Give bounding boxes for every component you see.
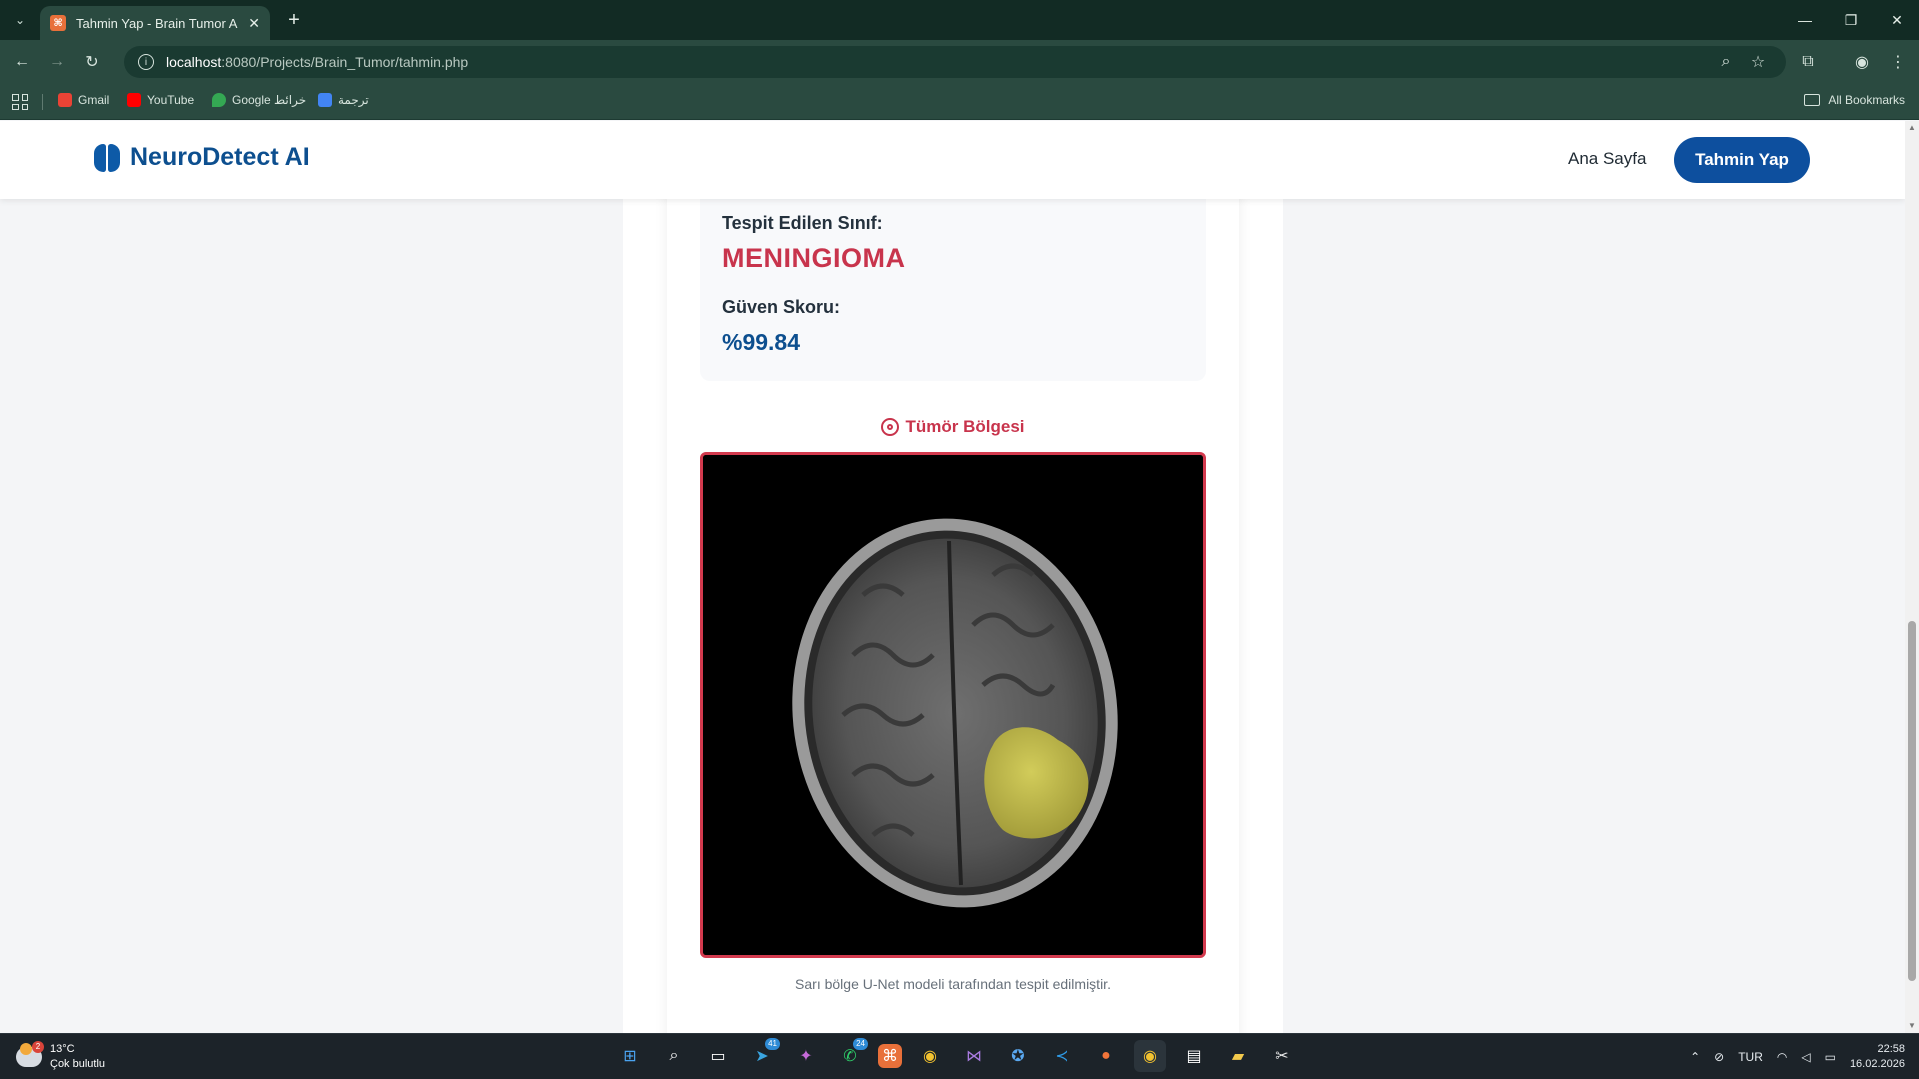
all-bookmarks-button[interactable]: All Bookmarks xyxy=(1804,93,1905,107)
profile-avatar-icon[interactable]: ◉ xyxy=(1850,50,1874,74)
zoom-icon[interactable]: ⌕ xyxy=(1714,50,1738,74)
close-window-icon[interactable]: ✕ xyxy=(1882,8,1912,32)
weather-badge: 2 xyxy=(32,1041,44,1053)
browser-tab-active[interactable]: ⌘ Tahmin Yap - Brain Tumor AI ✕ xyxy=(40,6,270,40)
back-arrow-icon[interactable]: ← xyxy=(10,50,34,74)
nav-home-link[interactable]: Ana Sayfa xyxy=(1568,149,1646,169)
tumor-region-title: Tümör Bölgesi xyxy=(905,417,1025,436)
bookmark-star-icon[interactable]: ☆ xyxy=(1746,50,1770,74)
page-scrollbar[interactable]: ▲ ▼ xyxy=(1905,121,1919,1033)
youtube-icon xyxy=(127,93,141,107)
site-navbar: NeuroDetect AI Ana Sayfa Tahmin Yap xyxy=(0,121,1905,199)
no-network-icon[interactable]: ⊘ xyxy=(1714,1050,1724,1064)
url-path: :8080/Projects/Brain_Tumor/tahmin.php xyxy=(221,54,469,70)
folder-icon xyxy=(1804,94,1821,106)
forward-arrow-icon[interactable]: → xyxy=(45,50,69,74)
nav-predict-button[interactable]: Tahmin Yap xyxy=(1674,137,1810,183)
segmentation-caption: Sarı bölge U-Net modeli tarafından tespi… xyxy=(795,976,1111,992)
brain-icon xyxy=(94,143,120,172)
chrome-icon[interactable]: ◉ xyxy=(914,1040,946,1072)
xampp-icon[interactable]: ⌘ xyxy=(878,1044,902,1068)
bookmark-google-maps[interactable]: Google خرائط xyxy=(212,93,306,107)
bookmark-youtube[interactable]: YouTube xyxy=(127,93,194,107)
volume-icon[interactable]: ◁ xyxy=(1801,1050,1810,1064)
all-bookmarks-label: All Bookmarks xyxy=(1828,93,1905,107)
bookmark-gmail[interactable]: Gmail xyxy=(58,93,109,107)
tab-search-chevron-icon[interactable]: ⌄ xyxy=(8,8,32,32)
target-icon xyxy=(881,418,900,436)
reload-icon[interactable]: ↻ xyxy=(80,50,104,74)
firefox-icon[interactable]: ● xyxy=(1090,1040,1122,1072)
detected-class-label: Tespit Edilen Sınıf: xyxy=(722,213,883,233)
extensions-icon[interactable]: ⧉ xyxy=(1796,50,1820,74)
windows-taskbar: 2 13°C Çok bulutlu ⊞ ⌕ ▭ ➤ 41 ✦ ✆ 24 ⌘ ◉ ⋈… xyxy=(0,1033,1919,1079)
minimize-icon[interactable]: — xyxy=(1790,8,1820,32)
file-explorer-icon[interactable]: ▰ xyxy=(1222,1040,1254,1072)
scroll-up-arrow-icon[interactable]: ▲ xyxy=(1907,123,1917,133)
clock-time: 22:58 xyxy=(1877,1043,1905,1055)
telegram-badge: 41 xyxy=(765,1038,780,1050)
maps-pin-icon xyxy=(212,93,226,107)
visual-studio-icon[interactable]: ⋈ xyxy=(958,1040,990,1072)
taskbar-apps: ⊞ ⌕ ▭ ➤ 41 ✦ ✆ 24 ⌘ ◉ ⋈ ✪ ≺ ● ◉ ▤ ▰ ✂ xyxy=(614,1038,1298,1072)
telegram-icon[interactable]: ➤ 41 xyxy=(746,1038,780,1072)
weather-temperature: 13°C xyxy=(50,1043,75,1055)
apps-grid-icon[interactable] xyxy=(12,94,28,110)
bookmark-label: Gmail xyxy=(78,93,110,107)
bookmark-label: YouTube xyxy=(147,93,195,107)
bookmarks-bar: Gmail YouTube Google خرائط ترجمة All Boo… xyxy=(0,84,1919,120)
new-tab-plus-icon[interactable]: + xyxy=(282,8,306,32)
bookmark-translate[interactable]: ترجمة xyxy=(318,93,369,107)
terminal-icon[interactable]: ▤ xyxy=(1178,1040,1210,1072)
copilot-icon[interactable]: ✦ xyxy=(790,1040,822,1072)
bookmarks-divider xyxy=(42,94,43,110)
whatsapp-icon[interactable]: ✆ 24 xyxy=(834,1038,868,1072)
scroll-thumb[interactable] xyxy=(1908,621,1916,981)
whatsapp-badge: 24 xyxy=(853,1038,868,1050)
task-view-icon[interactable]: ▭ xyxy=(702,1040,734,1072)
tab-title: Tahmin Yap - Brain Tumor AI xyxy=(76,15,239,31)
weather-description: Çok bulutlu xyxy=(50,1058,106,1070)
confidence-score-value: %99.84 xyxy=(722,329,801,355)
site-info-icon[interactable]: i xyxy=(138,54,154,70)
vscode-icon[interactable]: ≺ xyxy=(1046,1040,1078,1072)
cloudy-weather-icon: 2 xyxy=(16,1041,44,1067)
brand-name: NeuroDetect AI xyxy=(130,143,310,171)
snipping-tool-icon[interactable]: ✂ xyxy=(1266,1040,1298,1072)
browser-toolbar: ← → ↻ i localhost:8080/Projects/Brain_Tu… xyxy=(0,40,1919,84)
brand-logo[interactable]: NeuroDetect AI xyxy=(94,143,310,172)
weather-widget[interactable]: 2 13°C Çok bulutlu xyxy=(16,1041,106,1072)
start-windows-icon[interactable]: ⊞ xyxy=(614,1040,646,1072)
wifi-icon[interactable]: ◠ xyxy=(1777,1050,1787,1064)
bookmark-label: ترجمة xyxy=(338,93,369,107)
tab-favicon-icon: ⌘ xyxy=(50,15,66,31)
search-icon[interactable]: ⌕ xyxy=(658,1040,690,1072)
address-bar[interactable]: i localhost:8080/Projects/Brain_Tumor/ta… xyxy=(124,46,1786,78)
bookmark-label: Google خرائط xyxy=(232,93,307,107)
mri-segmentation-image xyxy=(700,452,1206,958)
detected-class-value: MENINGIOMA xyxy=(722,243,906,273)
clock-date: 16.02.2026 xyxy=(1849,1058,1905,1070)
menu-dots-icon[interactable]: ⋮ xyxy=(1886,50,1910,74)
restore-icon[interactable]: ❐ xyxy=(1836,8,1866,32)
chrome-active-icon[interactable]: ◉ xyxy=(1134,1040,1166,1072)
confidence-score-label: Güven Skoru: xyxy=(722,297,841,317)
page-viewport: Tespit Edilen Sınıf: MENINGIOMA Güven Sk… xyxy=(0,121,1905,1033)
translate-icon xyxy=(318,93,332,107)
mri-brain-scan xyxy=(703,455,1203,955)
gmail-icon xyxy=(58,93,72,107)
language-indicator[interactable]: TUR xyxy=(1738,1050,1763,1064)
tumor-region-heading: Tümör Bölgesi xyxy=(700,417,1206,437)
system-tray: ⌃ ⊘ TUR ◠ ◁ ▭ 22:58 16.02.2026 xyxy=(1690,1034,1919,1079)
tab-close-icon[interactable]: ✕ xyxy=(248,15,260,32)
scroll-down-arrow-icon[interactable]: ▼ xyxy=(1907,1021,1917,1031)
browser-tab-bar: ⌄ ⌘ Tahmin Yap - Brain Tumor AI ✕ + — ❐ … xyxy=(0,0,1919,40)
tray-chevron-up-icon[interactable]: ⌃ xyxy=(1690,1050,1700,1064)
clock[interactable]: 22:58 16.02.2026 xyxy=(1850,1042,1905,1072)
app-store-icon[interactable]: ✪ xyxy=(1002,1040,1034,1072)
battery-icon[interactable]: ▭ xyxy=(1825,1050,1836,1064)
url-host: localhost xyxy=(166,54,222,70)
url-text[interactable]: localhost:8080/Projects/Brain_Tumor/tahm… xyxy=(166,54,468,70)
